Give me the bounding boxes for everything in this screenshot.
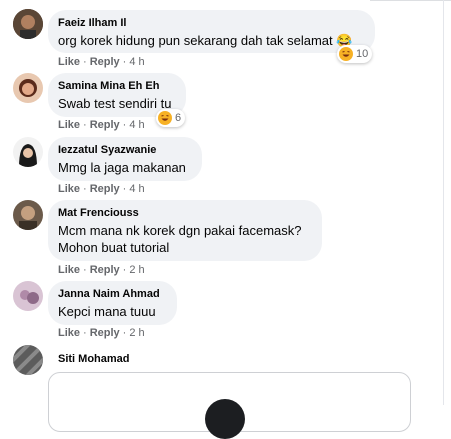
timestamp[interactable]: 4 h <box>129 183 144 195</box>
like-link[interactable]: Like <box>58 183 80 195</box>
timestamp[interactable]: 2 h <box>129 264 144 276</box>
commenter-name[interactable]: Mat Frenciouss <box>58 207 310 220</box>
user-avatar-icon <box>13 281 43 311</box>
avatar[interactable] <box>13 9 43 39</box>
comment-text: Mcm mana nk korek dgn pakai facemask? <box>58 223 302 238</box>
comment-bubble: Janna Naim Ahmad Kepci mana tuuu <box>48 281 177 325</box>
reply-link[interactable]: Reply <box>90 56 120 68</box>
comment-text: Kepci mana tuuu <box>58 304 156 319</box>
user-avatar-icon <box>13 73 43 103</box>
timestamp[interactable]: 4 h <box>129 119 144 131</box>
reply-link[interactable]: Reply <box>90 119 120 131</box>
user-avatar-icon <box>13 345 43 375</box>
comment-actions: Like · Reply · 4 h <box>58 182 145 196</box>
comment-bubble: Faeiz Ilham Il org korek hidung pun seka… <box>48 10 375 53</box>
avatar[interactable] <box>13 200 43 230</box>
reaction-badge[interactable]: 10 <box>337 45 373 63</box>
commenter-name[interactable]: Siti Mohamad <box>58 353 130 365</box>
reaction-count: 10 <box>356 48 369 60</box>
reply-link[interactable]: Reply <box>90 183 120 195</box>
separator-dot: · <box>83 327 87 339</box>
like-link[interactable]: Like <box>58 119 80 131</box>
separator-dot: · <box>122 264 127 276</box>
separator-dot: · <box>122 183 127 195</box>
separator-dot: · <box>122 56 127 68</box>
commenter-name[interactable]: Iezzatul Syazwanie <box>58 144 190 157</box>
comment-bubble: Iezzatul Syazwanie Mmg la jaga makanan <box>48 137 202 181</box>
separator-dot: · <box>83 183 87 195</box>
top-divider <box>370 0 451 1</box>
comment-actions: Like · Reply · 2 h <box>58 326 145 340</box>
comment-bubble: Mat Frenciouss Mcm mana nk korek dgn pak… <box>48 200 322 261</box>
like-link[interactable]: Like <box>58 56 80 68</box>
separator-dot: · <box>122 119 127 131</box>
timestamp[interactable]: 2 h <box>129 327 144 339</box>
commenter-name[interactable]: Janna Naim Ahmad <box>58 288 165 301</box>
separator-dot: · <box>83 119 87 131</box>
commenter-name[interactable]: Faeiz Ilham Il <box>58 17 363 30</box>
user-avatar-icon <box>13 200 43 230</box>
link-preview-thumbnail <box>205 399 245 439</box>
separator-dot: · <box>83 264 87 276</box>
avatar[interactable] <box>13 281 43 311</box>
avatar[interactable] <box>13 137 43 167</box>
haha-reaction-icon <box>158 111 172 125</box>
reply-link[interactable]: Reply <box>90 327 120 339</box>
avatar[interactable] <box>13 345 43 375</box>
scrollbar-track[interactable] <box>443 0 444 405</box>
avatar[interactable] <box>13 73 43 103</box>
link-preview-card[interactable] <box>48 372 411 439</box>
comment-actions: Like · Reply · 4 h <box>58 118 145 132</box>
like-link[interactable]: Like <box>58 327 80 339</box>
comment-text: Mmg la jaga makanan <box>58 160 186 175</box>
user-avatar-icon <box>13 9 43 39</box>
commenter-name[interactable]: Samina Mina Eh Eh <box>58 80 174 93</box>
comment-text: Mohon buat tutorial <box>58 240 170 255</box>
separator-dot: · <box>122 327 127 339</box>
reaction-count: 6 <box>175 112 182 124</box>
user-avatar-icon <box>13 137 43 167</box>
comment-actions: Like · Reply · 2 h <box>58 263 145 277</box>
reply-link[interactable]: Reply <box>90 264 120 276</box>
like-link[interactable]: Like <box>58 264 80 276</box>
comment-text: org korek hidung pun sekarang dah tak se… <box>58 33 353 48</box>
haha-reaction-icon <box>339 47 353 61</box>
reaction-badge[interactable]: 6 <box>156 109 186 127</box>
timestamp[interactable]: 4 h <box>129 56 144 68</box>
comment-text: Swab test sendiri tu <box>58 96 172 111</box>
comment-actions: Like · Reply · 4 h <box>58 55 145 69</box>
separator-dot: · <box>83 56 87 68</box>
